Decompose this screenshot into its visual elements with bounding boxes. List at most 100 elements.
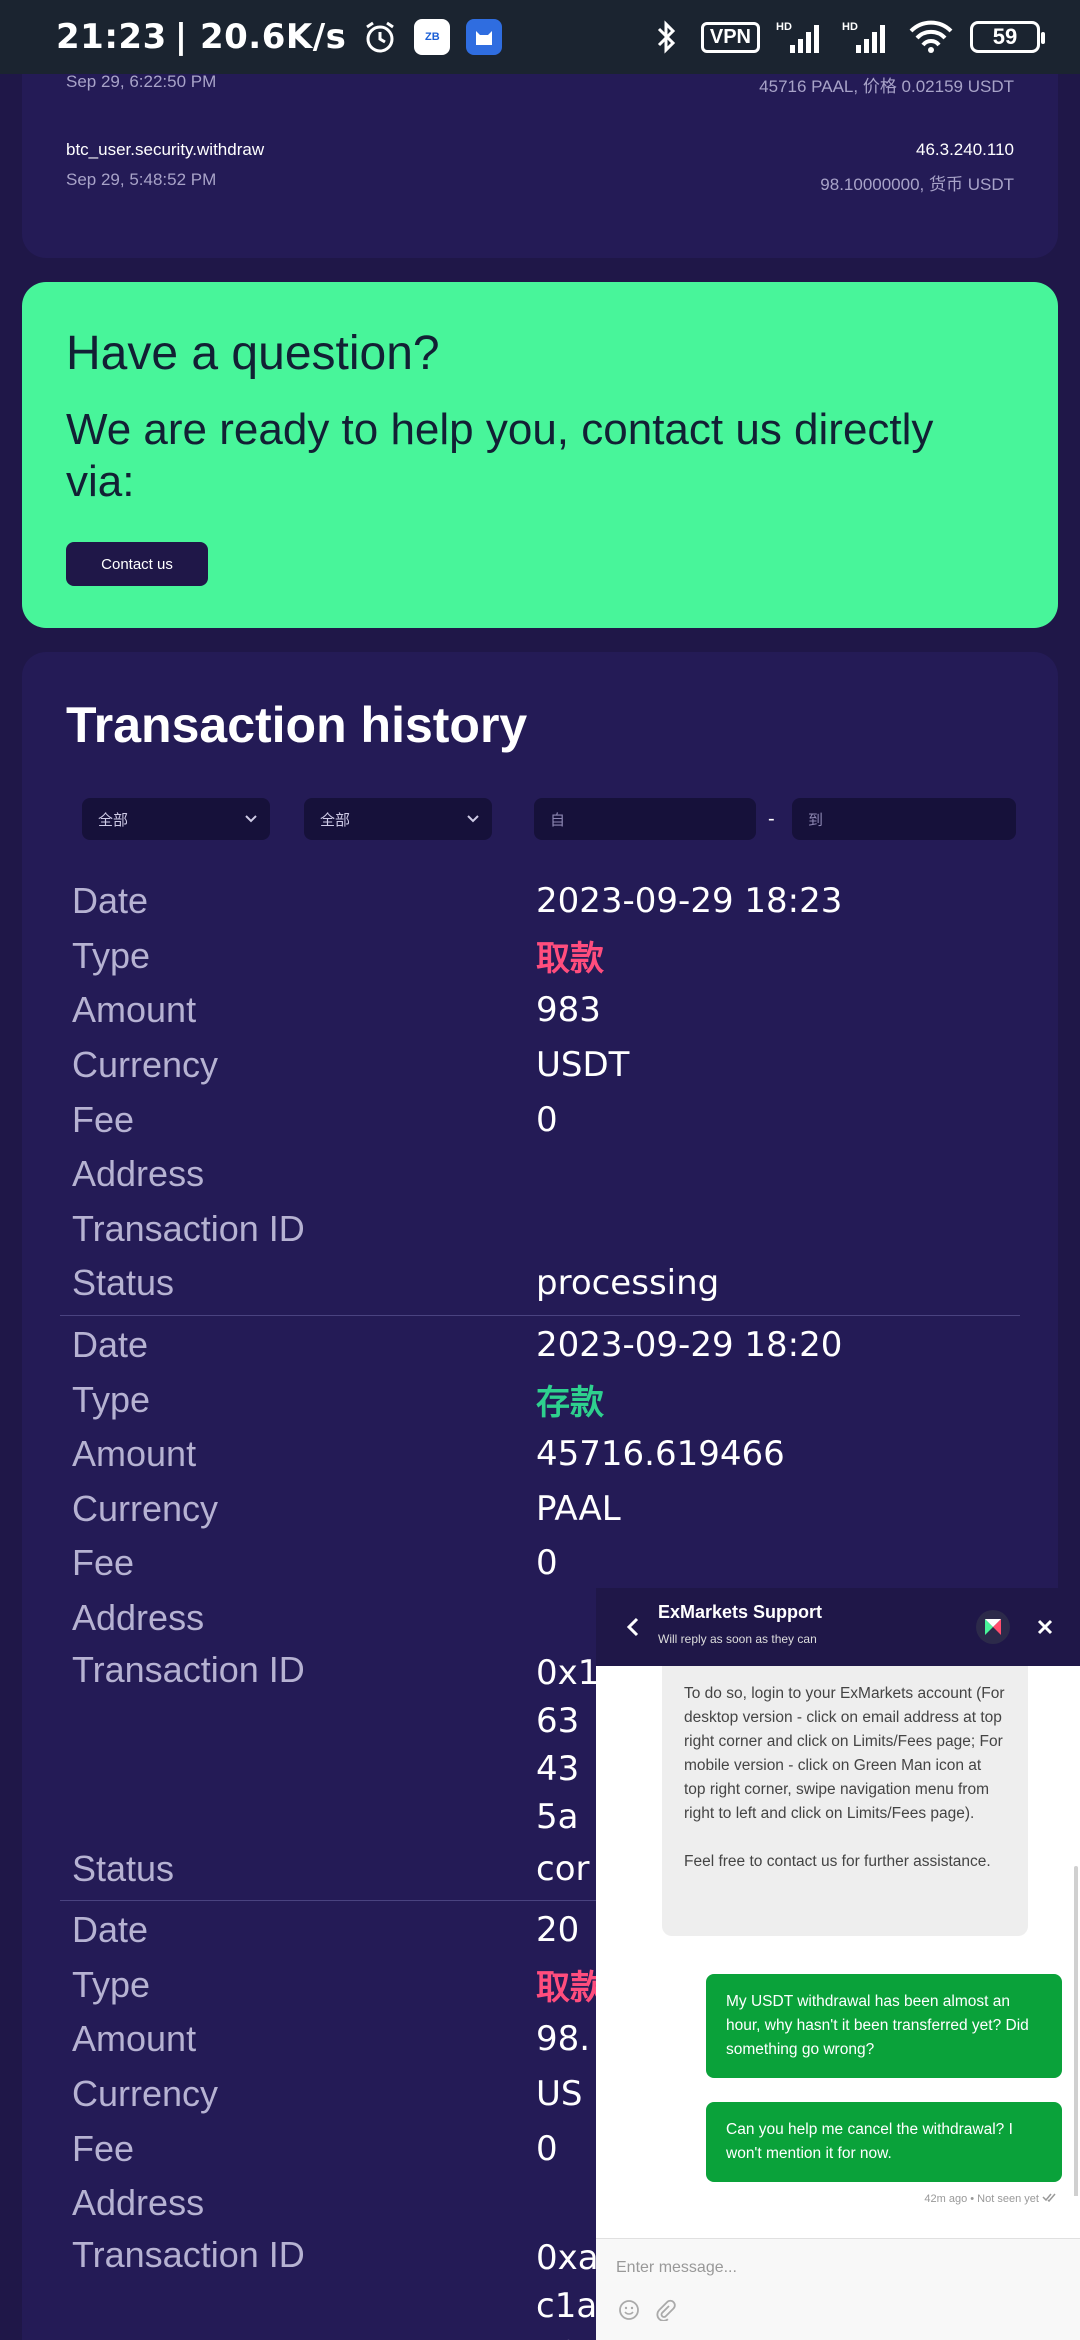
value-date: 2023-09-29 18:20 (536, 1325, 843, 1366)
message-text: Can you help me cancel the withdrawal? I… (726, 2121, 1013, 2162)
label-address: Address (72, 1597, 205, 1639)
txid-line: 43 (536, 1749, 580, 1790)
message-status: 42m ago • Not seen yet (924, 2193, 1039, 2205)
tx-row-date: Date 2023-09-29 18:23 (60, 874, 1020, 929)
value-fee: 0 (536, 1099, 558, 1140)
outgoing-message: Can you help me cancel the withdrawal? I… (706, 2102, 1062, 2182)
value-date: 2023-09-29 18:23 (536, 881, 843, 922)
label-fee: Fee (72, 1542, 135, 1584)
type-filter-select[interactable]: 全部 (82, 798, 270, 840)
txid-line: 63 (536, 1701, 580, 1742)
txid-line: 0xa (536, 2238, 599, 2279)
value-type: 取款 (536, 1968, 604, 2009)
composer-tools (618, 2299, 676, 2326)
notification-icons: ZB (362, 19, 503, 55)
message-text: My USDT withdrawal has been almost an ho… (726, 1993, 1029, 2058)
signal-icon: HD (776, 19, 826, 55)
help-card: Have a question? We are ready to help yo… (22, 282, 1058, 628)
date-to-input[interactable]: 到 (792, 798, 1016, 840)
label-amount: Amount (72, 989, 197, 1031)
value-date: 20 (536, 1910, 580, 1951)
app-badge-icon: ZB (414, 19, 451, 55)
close-icon[interactable] (1028, 1610, 1062, 1644)
exmarkets-logo-icon (976, 1610, 1010, 1644)
cat-app-icon (466, 19, 503, 55)
alarm-icon (362, 19, 398, 55)
value-currency: USDT (536, 1045, 630, 1086)
currency-filter-value: 全部 (320, 811, 351, 829)
chat-scrollbar[interactable] (1074, 1866, 1078, 2196)
message-input[interactable] (616, 2253, 1056, 2283)
network-speed: | 20.6K/s (174, 17, 347, 57)
date-from-input[interactable]: 自 (534, 798, 756, 840)
label-address: Address (72, 1153, 205, 1195)
label-status: Status (72, 1847, 175, 1889)
chat-header: ExMarkets Support Will reply as soon as … (596, 1588, 1080, 1666)
log-row: btc_user.security.withdraw 46.3.240.110 (66, 140, 1014, 160)
emoji-icon[interactable] (618, 2299, 640, 2326)
label-amount: Amount (72, 1433, 197, 1475)
label-date: Date (72, 1324, 149, 1366)
signal-icon-2: HD (842, 19, 892, 55)
tx-row-currency: Currency PAAL (60, 1482, 1020, 1537)
chat-title: ExMarkets Support (658, 1602, 823, 1622)
label-amount: Amount (72, 2018, 197, 2060)
chevron-down-icon (466, 810, 480, 832)
log-detail: 45716 PAAL, 价格 0.02159 USDT (759, 77, 1014, 96)
battery-level: 59 (992, 24, 1018, 49)
value-fee: 0 (536, 2128, 558, 2169)
value-status: cor (536, 1848, 590, 1889)
app-badge-text: ZB (425, 31, 440, 43)
currency-filter-select[interactable]: 全部 (304, 798, 492, 840)
label-status: Status (72, 1262, 175, 1304)
txid-line: c1a (536, 2286, 598, 2327)
back-arrow-icon[interactable] (618, 1612, 648, 1642)
value-txid: 0xa c1a 40 (536, 2234, 599, 2340)
help-text: We are ready to help you, contact us dir… (66, 405, 934, 506)
svg-text:HD: HD (776, 21, 792, 33)
label-date: Date (72, 1909, 149, 1951)
tx-row-type: Type 取款 (60, 929, 1020, 984)
log-ip: 46.3.240.110 (916, 140, 1014, 159)
txid-line: 5a (536, 1797, 579, 1838)
date-range-separator: - (768, 808, 775, 830)
tx-row-type: Type 存款 (60, 1372, 1020, 1427)
incoming-message: To do so, login to your ExMarkets accoun… (662, 1666, 1028, 1936)
divider (60, 1314, 1020, 1316)
txid-line: 0x1 (536, 1653, 600, 1694)
attachment-icon[interactable] (654, 2299, 676, 2326)
tx-row-amount: Amount 45716.619466 (60, 1427, 1020, 1482)
label-date: Date (72, 880, 149, 922)
help-title: Have a question? (66, 327, 440, 380)
value-amount: 45716.619466 (536, 1434, 785, 1475)
label-address: Address (72, 2182, 205, 2224)
chat-subtitle: Will reply as soon as they can (658, 1632, 817, 1646)
contact-us-button[interactable]: Contact us (66, 542, 208, 586)
page-title: Transaction history (66, 697, 528, 753)
value-type: 存款 (536, 1383, 604, 1424)
tx-row-status: Status processing (60, 1256, 1020, 1311)
tx-row-txid: Transaction ID (60, 1202, 1020, 1257)
message-text: Feel free to contact us for further assi… (684, 1853, 991, 1870)
chat-messages: To do so, login to your ExMarkets accoun… (596, 1666, 1080, 2196)
tx-row-fee: Fee 0 (60, 1092, 1020, 1147)
label-currency: Currency (72, 2072, 219, 2114)
value-amount: 98. (536, 2019, 591, 2060)
clock: 21:23 (56, 17, 167, 57)
status-bar: 21:23 | 20.6K/s ZB VPN HD HD 59 (0, 0, 1080, 74)
value-amount: 983 (536, 990, 601, 1031)
label-type: Type (72, 934, 151, 976)
label-fee: Fee (72, 2127, 135, 2169)
log-row: Sep 29, 5:48:52 PM 98.10000000, 货币 USDT (66, 170, 1014, 195)
chevron-down-icon (244, 810, 258, 832)
value-currency: PAAL (536, 1488, 621, 1529)
log-event: btc_user.security.withdraw (66, 140, 265, 159)
wifi-icon (908, 19, 954, 55)
label-currency: Currency (72, 1487, 219, 1529)
chat-composer (596, 2238, 1080, 2340)
label-txid: Transaction ID (72, 1649, 305, 1691)
value-txid: 0x1 63 43 5a (536, 1649, 599, 1841)
log-time: Sep 29, 5:48:52 PM (66, 170, 217, 189)
tx-row-fee: Fee 0 (60, 1536, 1020, 1591)
tx-row-amount: Amount 983 (60, 983, 1020, 1038)
